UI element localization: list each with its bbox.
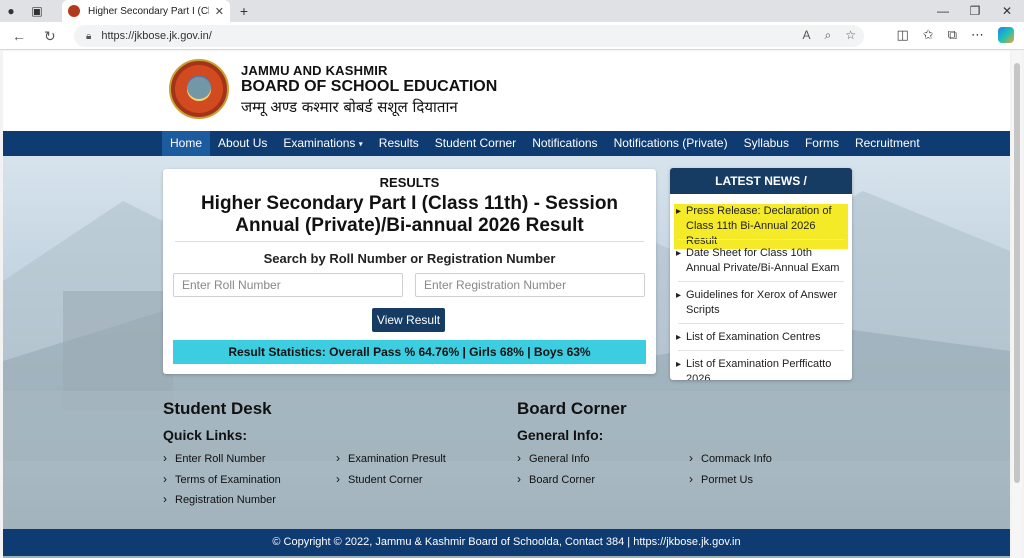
registration-number-input[interactable] xyxy=(415,273,645,297)
link-board-corner[interactable]: Board Corner xyxy=(517,472,595,486)
browser-toolbar: ◫ ✩ ⧉ ⋯ xyxy=(897,27,1014,43)
view-result-button[interactable]: View Result xyxy=(372,308,445,332)
latest-news-heading: LATEST NEWS / NOTIFICATIONS xyxy=(670,168,852,214)
news-item[interactable]: List of Examination Centres xyxy=(674,330,848,345)
general-info-heading: General Info: xyxy=(517,427,604,443)
search-heading: Search by Roll Number or Registration Nu… xyxy=(263,251,556,266)
site-header: JAMMU AND KASHMIR BOARD OF SCHOOL EDUCAT… xyxy=(3,51,1010,131)
main-navigation: Home About Us Examinations ▾ Results Stu… xyxy=(3,131,1010,156)
link-terms-of-examination[interactable]: Terms of Examination xyxy=(163,472,281,486)
profile-icon[interactable]: ● xyxy=(0,0,22,22)
nav-home[interactable]: Home xyxy=(162,131,211,156)
nav-student-corner[interactable]: Student Corner xyxy=(427,131,524,156)
site-favicon-icon xyxy=(68,5,80,17)
results-card: RESULTS Higher Secondary Part I (Class 1… xyxy=(163,169,656,374)
latest-news-panel: LATEST NEWS / NOTIFICATIONS Press Releas… xyxy=(670,168,852,380)
org-name-line2: BOARD OF SCHOOL EDUCATION xyxy=(241,78,498,95)
news-item[interactable]: Date Sheet for Class 10th Annual Private… xyxy=(674,246,848,276)
nav-recruitment[interactable]: Recruitment xyxy=(847,131,928,156)
site-footer: © Copyright © 2022, Jammu & Kashmir Boar… xyxy=(3,529,1010,556)
scrollbar-thumb[interactable] xyxy=(1014,63,1020,483)
nav-notifications[interactable]: Notifications xyxy=(524,131,605,156)
link-examination-presult[interactable]: Examination Presult xyxy=(336,451,446,465)
refresh-icon[interactable]: ↻ xyxy=(44,28,56,45)
news-item[interactable]: List of Examination Perfficatto 2026 xyxy=(674,357,848,380)
more-menu-icon[interactable]: ⋯ xyxy=(971,27,984,43)
org-name-line1: JAMMU AND KASHMIR xyxy=(241,63,388,78)
zoom-icon[interactable]: ⌕ xyxy=(825,28,832,43)
web-page: JAMMU AND KASHMIR BOARD OF SCHOOL EDUCAT… xyxy=(3,51,1010,558)
nav-results[interactable]: Results xyxy=(371,131,427,156)
link-enter-roll-number[interactable]: Enter Roll Number xyxy=(163,451,265,465)
back-arrow-icon[interactable]: ← xyxy=(12,28,26,44)
link-student-corner[interactable]: Student Corner xyxy=(336,472,423,486)
roll-number-input[interactable] xyxy=(173,273,403,297)
news-item[interactable]: Guidelines for Xerox of Answer Scripts xyxy=(674,288,848,318)
link-pormet-us[interactable]: Pormet Us xyxy=(689,472,753,486)
news-item[interactable]: Press Release: Declaration of Class 11th… xyxy=(674,204,848,249)
jkbose-logo[interactable] xyxy=(169,59,229,119)
link-general-info[interactable]: General Info xyxy=(517,451,590,465)
restore-icon[interactable]: ❐ xyxy=(966,4,984,18)
org-name-hindi: जम्मू अण्ड कश्मार बोबर्ड सशूल दियातान xyxy=(241,98,458,116)
read-aloud-icon[interactable]: A xyxy=(802,28,810,43)
tab-title: Higher Secondary Part I (Class xyxy=(88,5,209,17)
page-scrollbar[interactable] xyxy=(1012,51,1022,558)
results-heading: RESULTS xyxy=(379,175,440,190)
nav-about-us[interactable]: About Us xyxy=(210,131,275,156)
window-controls: — ❐ ✕ xyxy=(934,0,1016,22)
collections-icon[interactable]: ⧉ xyxy=(948,27,957,43)
minimize-icon[interactable]: — xyxy=(934,4,952,18)
link-registration-number[interactable]: Registration Number xyxy=(163,492,276,506)
chevron-down-icon: ▾ xyxy=(358,139,363,149)
divider xyxy=(678,323,844,324)
divider xyxy=(678,350,844,351)
board-corner-heading: Board Corner xyxy=(517,399,627,418)
divider xyxy=(678,239,844,240)
student-desk-heading: Student Desk xyxy=(163,399,272,418)
close-tab-icon[interactable]: ✕ xyxy=(215,5,224,18)
close-window-icon[interactable]: ✕ xyxy=(998,4,1016,18)
nav-forms[interactable]: Forms xyxy=(797,131,847,156)
nav-examinations[interactable]: Examinations ▾ xyxy=(275,131,370,156)
new-tab-button[interactable]: + xyxy=(236,0,252,22)
nav-notifications-private[interactable]: Notifications (Private) xyxy=(606,131,736,156)
favorites-icon[interactable]: ✩ xyxy=(923,27,934,43)
url-text: https://jkbose.jk.gov.in/ xyxy=(101,30,212,42)
result-statistics-banner: Result Statistics: Overall Pass % 64.76%… xyxy=(173,340,646,364)
divider xyxy=(175,241,644,242)
link-commack-info[interactable]: Commack Info xyxy=(689,451,772,465)
url-tools: A ⌕ ☆ xyxy=(802,28,856,43)
browser-tab[interactable]: Higher Secondary Part I (Class ✕ xyxy=(62,0,230,22)
nav-examinations-label: Examinations xyxy=(283,136,356,150)
nav-syllabus[interactable]: Syllabus xyxy=(736,131,797,156)
copilot-icon[interactable] xyxy=(998,27,1014,43)
tab-actions-icon[interactable]: ▣ xyxy=(26,0,48,22)
lock-icon: 🔒︎ xyxy=(86,30,92,42)
quick-links-heading: Quick Links: xyxy=(163,427,248,443)
result-title: Higher Secondary Part I (Class 11th) - S… xyxy=(200,193,619,236)
url-input[interactable]: 🔒︎ https://jkbose.jk.gov.in/ xyxy=(74,25,864,47)
divider xyxy=(678,281,844,282)
favorite-star-icon[interactable]: ☆ xyxy=(845,28,856,43)
split-screen-icon[interactable]: ◫ xyxy=(897,27,909,43)
address-bar-row: ← ↻ 🔒︎ https://jkbose.jk.gov.in/ A ⌕ ☆ ◫… xyxy=(0,22,1024,50)
